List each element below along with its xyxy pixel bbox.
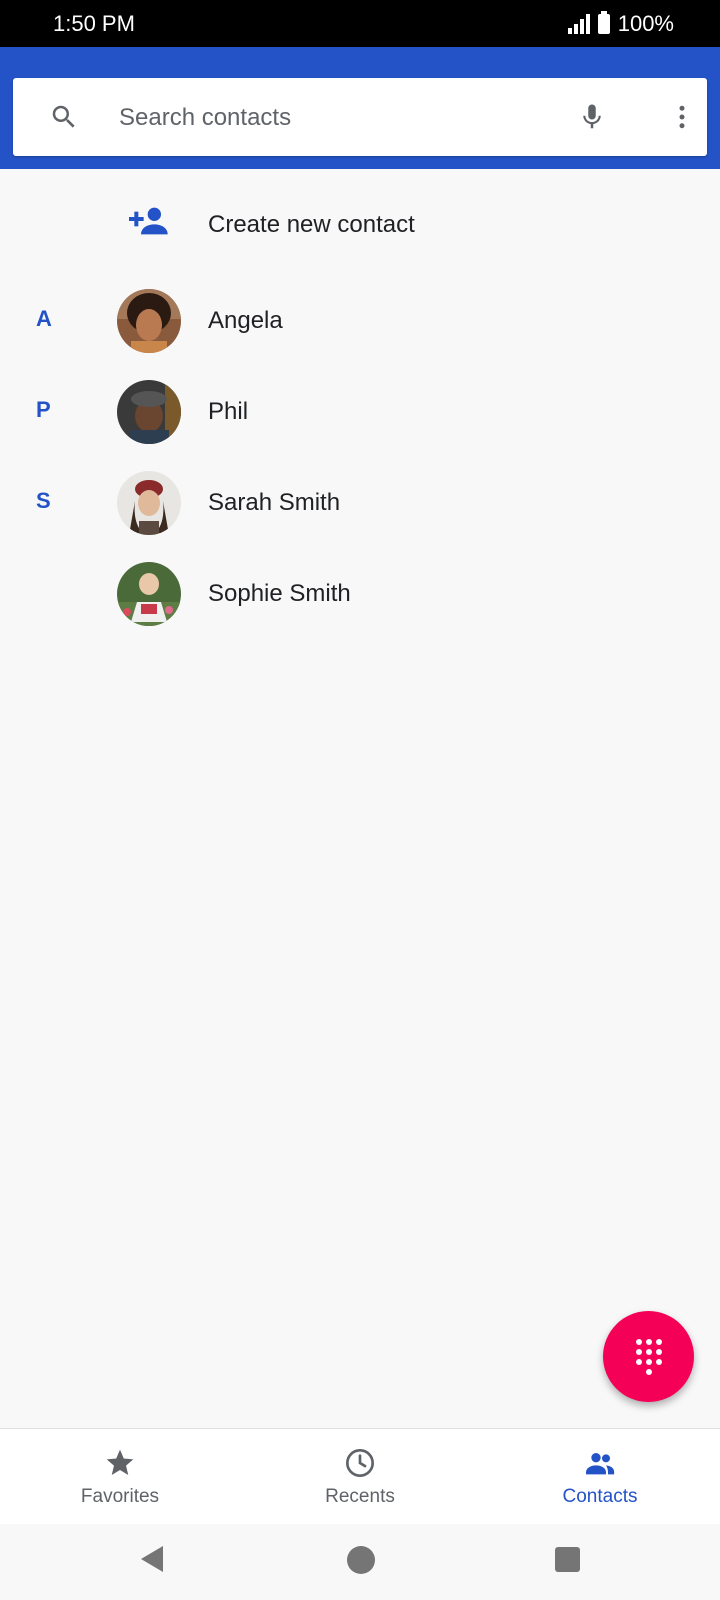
avatar (117, 471, 181, 535)
search-input[interactable] (117, 94, 551, 142)
search-icon[interactable] (49, 102, 79, 132)
mic-icon[interactable] (577, 99, 607, 135)
section-letter: S (36, 488, 51, 513)
status-time: 1:50 PM (53, 11, 135, 36)
status-bar: 1:50 PM 100% (0, 0, 720, 47)
contact-name: Phil (208, 398, 249, 425)
back-icon[interactable] (137, 1544, 165, 1574)
contact-name: Angela (208, 307, 283, 334)
avatar (117, 380, 181, 444)
clock-icon (346, 1449, 374, 1477)
contact-name: Sophie Smith (208, 580, 351, 607)
tab-label: Recents (325, 1486, 395, 1507)
section-letter: P (36, 397, 51, 422)
battery-icon (597, 11, 610, 34)
bottom-navigation: Favorites Recents Contacts (0, 1428, 720, 1525)
more-options-icon[interactable] (667, 102, 697, 132)
dialpad-button[interactable] (603, 1311, 694, 1402)
contact-row-sarah-smith[interactable]: S Sarah Smith (0, 458, 720, 549)
app-bar (0, 47, 720, 169)
create-contact-row[interactable]: Create new contact (0, 189, 720, 257)
status-indicators: 100% (567, 11, 674, 37)
contact-row-sophie-smith[interactable]: Sophie Smith (0, 549, 720, 640)
contact-row-phil[interactable]: P Phil (0, 367, 720, 458)
battery-level: 100% (617, 11, 674, 36)
avatar (117, 289, 181, 353)
tab-recents[interactable]: Recents (240, 1429, 480, 1524)
tab-label: Contacts (562, 1486, 638, 1507)
system-navigation-bar (0, 1524, 720, 1600)
recents-icon[interactable] (555, 1547, 580, 1572)
home-icon[interactable] (347, 1546, 375, 1574)
contact-name: Sarah Smith (208, 489, 341, 516)
tab-favorites[interactable]: Favorites (0, 1429, 240, 1524)
avatar (117, 562, 181, 626)
tab-contacts[interactable]: Contacts (480, 1429, 720, 1524)
star-icon (106, 1449, 134, 1475)
section-letter: A (36, 306, 52, 331)
tab-label: Favorites (80, 1486, 160, 1507)
add-person-icon (129, 207, 168, 235)
search-bar[interactable] (13, 78, 707, 156)
contact-row-angela[interactable]: A Angela (0, 276, 720, 367)
contacts-icon (586, 1453, 615, 1475)
create-contact-label: Create new contact (208, 211, 415, 238)
dialpad-icon (636, 1339, 662, 1375)
signal-icon (567, 14, 590, 34)
